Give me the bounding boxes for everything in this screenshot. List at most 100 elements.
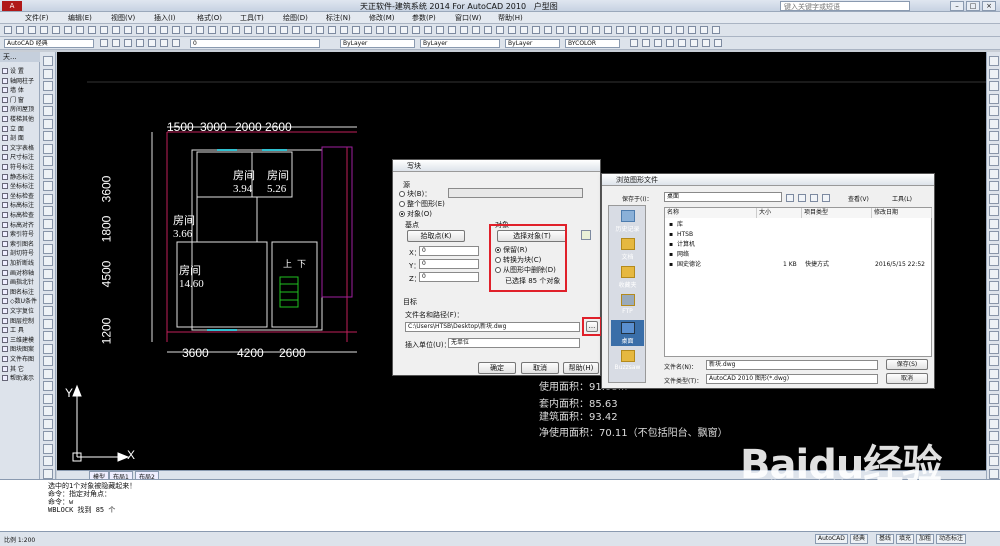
tool-icon[interactable]	[43, 456, 53, 466]
toolbar-button-icon[interactable]	[160, 26, 168, 34]
toolbar-button-icon[interactable]	[28, 26, 36, 34]
sidebar-item[interactable]: 坐标检查	[2, 191, 39, 200]
maximize-icon[interactable]: □	[966, 1, 980, 11]
sidebar-item[interactable]: 工 具	[2, 325, 39, 334]
block-name-select[interactable]	[448, 188, 583, 198]
tool-icon[interactable]	[43, 143, 53, 154]
sidebar-item[interactable]: 文字复位	[2, 306, 39, 315]
menu-item[interactable]: 绘图(D)	[283, 13, 308, 23]
toolbar-button-icon[interactable]	[664, 26, 672, 34]
toolbar-button-icon[interactable]	[136, 26, 144, 34]
sidebar-item[interactable]: 立 面	[2, 124, 39, 133]
tool-icon[interactable]	[43, 431, 53, 441]
toolbar-button-icon[interactable]	[460, 26, 468, 34]
toolbar-button-icon[interactable]	[124, 39, 132, 47]
tool-icon[interactable]	[43, 218, 53, 229]
tool-icon[interactable]	[989, 456, 999, 466]
cancel-button[interactable]: 取消	[886, 373, 928, 384]
write-block-titlebar[interactable]: 写块	[393, 160, 600, 172]
tool-icon[interactable]	[989, 156, 999, 166]
toolbar-button-icon[interactable]	[666, 39, 674, 47]
toolbar-button-icon[interactable]	[16, 26, 24, 34]
sidebar-item[interactable]: 房间屋顶	[2, 104, 39, 113]
tool-icon[interactable]	[989, 131, 999, 141]
toolbar-button-icon[interactable]	[64, 26, 72, 34]
toolbar-button-icon[interactable]	[400, 26, 408, 34]
tool-icon[interactable]	[989, 306, 999, 316]
tool-icon[interactable]	[989, 193, 999, 204]
tool-icon[interactable]	[43, 243, 53, 254]
sidebar-item[interactable]: 尺寸标注	[2, 152, 39, 161]
list-item[interactable]: ▪ 国史德论 1 KB 快捷方式 2016/5/15 22:52	[665, 260, 931, 270]
tool-icon[interactable]	[43, 343, 53, 354]
sidebar-item[interactable]: 文件布图	[2, 354, 39, 363]
toolbar-button-icon[interactable]	[436, 26, 444, 34]
sidebar-item[interactable]: 图块图案	[2, 344, 39, 353]
sidebar-item[interactable]: 门 窗	[2, 95, 39, 104]
toolbar-button-icon[interactable]	[40, 26, 48, 34]
sidebar-item[interactable]: 静态标注	[2, 172, 39, 181]
column-name[interactable]: 名称	[665, 208, 757, 218]
tool-icon[interactable]	[43, 281, 53, 291]
toolbar-button-icon[interactable]	[712, 26, 720, 34]
sidebar-item[interactable]: 坐标标注	[2, 181, 39, 190]
workspace-indicator[interactable]: 经典	[850, 534, 869, 544]
place-history[interactable]: 历史记录	[611, 208, 644, 234]
browse-titlebar[interactable]: 浏览图形文件	[602, 174, 934, 186]
toolbar-button-icon[interactable]	[208, 26, 216, 34]
menu-item[interactable]: 插入(I)	[154, 13, 176, 23]
toolbar-button-icon[interactable]	[654, 39, 662, 47]
sidebar-item[interactable]: 轴网柱子	[2, 76, 39, 85]
save-in-select[interactable]: 桌面	[664, 192, 782, 202]
toolbar-button-icon[interactable]	[556, 26, 564, 34]
toolbar-button-icon[interactable]	[628, 26, 636, 34]
tool-icon[interactable]	[43, 231, 53, 241]
toolbar-button-icon[interactable]	[76, 26, 84, 34]
workspace-select[interactable]: AutoCAD 经典	[4, 39, 94, 48]
tool-icon[interactable]	[989, 368, 999, 379]
toolbar-button-icon[interactable]	[364, 26, 372, 34]
lineweight-select[interactable]: ByLayer	[505, 39, 560, 48]
tool-icon[interactable]	[989, 381, 999, 391]
toolbar-button-icon[interactable]	[520, 26, 528, 34]
menu-item[interactable]: 工具(T)	[240, 13, 264, 23]
sidebar-item[interactable]: 图名标注	[2, 287, 39, 296]
dynamic-dim-button[interactable]: 动态标注	[936, 534, 967, 544]
toolbar-button-icon[interactable]	[544, 26, 552, 34]
new-folder-icon[interactable]	[822, 194, 830, 202]
tool-icon[interactable]	[43, 306, 53, 316]
radio-block[interactable]: 块(B)：	[399, 189, 431, 199]
delete-icon[interactable]	[810, 194, 818, 202]
sidebar-item[interactable]: 墙 体	[2, 85, 39, 94]
toolbar-button-icon[interactable]	[496, 26, 504, 34]
tool-icon[interactable]	[43, 468, 53, 479]
toolbar-button-icon[interactable]	[448, 26, 456, 34]
list-item[interactable]: ▪ 网络	[665, 250, 931, 260]
tool-icon[interactable]	[989, 468, 999, 479]
sidebar-item[interactable]: 设 置	[2, 66, 39, 75]
bold-button[interactable]: 加粗	[916, 534, 935, 544]
place-documents[interactable]: 文档	[611, 236, 644, 262]
toolbar-button-icon[interactable]	[328, 26, 336, 34]
plotstyle-select[interactable]: BYCOLOR	[565, 39, 620, 48]
toolbar-button-icon[interactable]	[256, 26, 264, 34]
sidebar-item[interactable]: 剖切符号	[2, 248, 39, 257]
toolbar-button-icon[interactable]	[148, 26, 156, 34]
tool-icon[interactable]	[989, 393, 999, 404]
toolbar-button-icon[interactable]	[172, 26, 180, 34]
layer-select[interactable]: 0	[190, 39, 320, 48]
toolbar-button-icon[interactable]	[280, 26, 288, 34]
y-field[interactable]: 0	[419, 259, 479, 269]
tool-icon[interactable]	[989, 293, 999, 304]
sidebar-item[interactable]: 剖 面	[2, 133, 39, 142]
toolbar-button-icon[interactable]	[700, 26, 708, 34]
sidebar-item[interactable]: 画指北针	[2, 277, 39, 286]
toolbar-button-icon[interactable]	[292, 26, 300, 34]
sidebar-item[interactable]: 索引图名	[2, 239, 39, 248]
toolbar-button-icon[interactable]	[676, 26, 684, 34]
units-select[interactable]: 无单位	[448, 338, 580, 348]
tool-icon[interactable]	[989, 181, 999, 191]
tool-icon[interactable]	[43, 443, 53, 454]
tool-icon[interactable]	[43, 393, 53, 404]
back-icon[interactable]	[786, 194, 794, 202]
